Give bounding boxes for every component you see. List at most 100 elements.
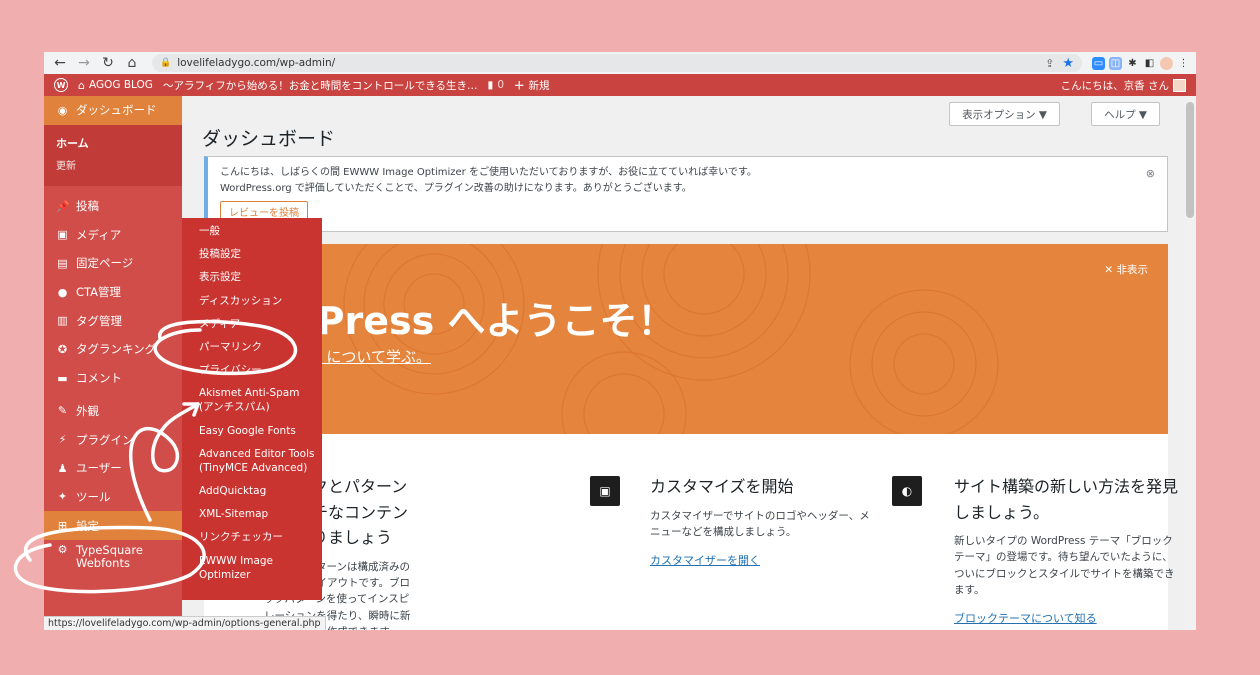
menu-label: 固定ページ: [76, 256, 134, 271]
menu-label: TypeSquare Webfonts: [76, 542, 143, 571]
flyout-link-checker[interactable]: リンクチェッカー: [199, 530, 322, 544]
forward-icon[interactable]: →: [74, 53, 94, 73]
tag-frame-icon: ▥: [57, 314, 68, 328]
pin-icon: 📌: [56, 199, 70, 213]
menu-tools[interactable]: ✦ ツール: [44, 483, 182, 512]
menu-label: 投稿: [76, 199, 99, 214]
notice-line-1: こんにちは、しばらくの間 EWWW Image Optimizer をご使用いた…: [220, 167, 757, 178]
flyout-media[interactable]: メディア: [199, 317, 322, 331]
bulb-icon: ●: [57, 285, 68, 299]
reload-icon[interactable]: ↻: [98, 53, 118, 73]
open-customizer-link[interactable]: カスタマイザーを開く: [650, 552, 870, 568]
menu-label: タグランキング: [76, 342, 157, 357]
layout-icon: ▣: [590, 476, 620, 506]
admin-sidebar: ◉ ダッシュボード ホーム 更新 📌 投稿 ▣ メディア ▤ 固定ページ ● CTA管理…: [44, 96, 182, 630]
plugin-notice: こんにちは、しばらくの間 EWWW Image Optimizer をご使用いた…: [204, 156, 1168, 232]
flyout-easy-google-fonts[interactable]: Easy Google Fonts: [199, 424, 322, 438]
menu-dots-icon[interactable]: ⋮: [1177, 57, 1190, 70]
plug-icon: ⚡: [58, 433, 67, 447]
menu-label: メディア: [76, 227, 122, 242]
flyout-reading[interactable]: 表示設定: [199, 270, 322, 284]
url-text: lovelifeladygo.com/wp-admin/: [177, 57, 336, 69]
scrollbar-thumb[interactable]: [1186, 102, 1194, 218]
submenu-updates[interactable]: 更新: [56, 155, 182, 176]
menu-label: ユーザー: [76, 461, 122, 476]
menu-dashboard[interactable]: ◉ ダッシュボード: [44, 96, 182, 125]
welcome-dismiss[interactable]: ✕ 非表示: [1104, 262, 1148, 277]
browser-toolbar: ← → ↻ ⌂ 🔒 lovelifeladygo.com/wp-admin/ ⇪…: [44, 52, 1196, 74]
flyout-advanced-editor[interactable]: Advanced Editor Tools (TinyMCE Advanced): [199, 447, 317, 475]
help-button[interactable]: ヘルプ ▼: [1091, 102, 1160, 126]
flyout-xml-sitemap[interactable]: XML-Sitemap: [199, 507, 322, 521]
menu-tag-ranking[interactable]: ✪ タグランキング: [44, 335, 182, 364]
menu-label: タグ管理: [76, 313, 122, 328]
welcome-columns: ブロックとパターンでリッチなコンテンツを作りましょう ブロックパターンは構成済み…: [204, 434, 1178, 630]
new-content-link[interactable]: 新規: [529, 78, 550, 93]
column-themes-body: 新しいタイプの WordPress テーマ「ブロックテーマ」の登場です。待ち望ん…: [954, 535, 1175, 596]
ribbon-icon: ✪: [57, 342, 68, 356]
menu-plugins[interactable]: ⚡ プラグイン: [44, 425, 182, 454]
flyout-discussion[interactable]: ディスカッション: [199, 294, 322, 308]
brush-icon: ✎: [57, 404, 68, 418]
flyout-writing[interactable]: 投稿設定: [199, 247, 322, 261]
greeting[interactable]: こんにちは、京香 さん: [1061, 78, 1169, 93]
dashboard-submenu: ホーム 更新: [44, 124, 182, 186]
sidepanel-icon[interactable]: ◧: [1143, 57, 1156, 70]
menu-label: プラグイン: [76, 432, 134, 447]
flyout-permalink[interactable]: パーマリンク: [199, 340, 322, 354]
menu-cta[interactable]: ● CTA管理: [44, 278, 182, 307]
user-avatar[interactable]: [1173, 78, 1186, 92]
comment-bubble-icon[interactable]: ▮: [488, 79, 494, 91]
menu-media[interactable]: ▣ メディア: [44, 220, 182, 249]
menu-label: 設定: [76, 518, 99, 533]
block-themes-link[interactable]: ブロックテーマについて知る: [954, 610, 1180, 626]
comments-count[interactable]: 0: [497, 79, 504, 91]
menu-users[interactable]: ♟ ユーザー: [44, 454, 182, 483]
submenu-home[interactable]: ホーム: [56, 131, 182, 155]
menu-appearance[interactable]: ✎ 外観: [44, 397, 182, 426]
address-bar[interactable]: 🔒 lovelifeladygo.com/wp-admin/ ⇪ ★: [152, 54, 1082, 72]
flyout-privacy[interactable]: プライバシー: [199, 363, 322, 377]
bookmark-star-icon[interactable]: ★: [1062, 56, 1074, 71]
menu-label: コメント: [76, 371, 122, 386]
site-home-icon[interactable]: ⌂: [78, 79, 85, 92]
menu-posts[interactable]: 📌 投稿: [44, 192, 182, 221]
share-icon[interactable]: ⇪: [1045, 57, 1054, 70]
new-plus-icon[interactable]: ＋: [514, 78, 525, 93]
media-icon: ▣: [57, 228, 68, 242]
menu-label: CTA管理: [76, 285, 122, 300]
gear-icon: ⚙: [57, 542, 68, 556]
site-name[interactable]: AGOG BLOG: [89, 79, 153, 91]
contrast-icon: ◐: [892, 476, 922, 506]
extension-zoom-icon[interactable]: ▭: [1092, 56, 1105, 70]
menu-pages[interactable]: ▤ 固定ページ: [44, 249, 182, 278]
extension-blue-icon[interactable]: ◫: [1109, 56, 1122, 70]
flyout-general[interactable]: 一般: [199, 224, 322, 238]
menu-label: ツール: [76, 489, 111, 504]
flyout-ewww[interactable]: EWWW Image Optimizer: [199, 554, 285, 582]
extensions-puzzle-icon[interactable]: ✱: [1126, 57, 1139, 70]
flyout-akismet[interactable]: Akismet Anti-Spam (アンチスパム): [199, 386, 311, 414]
status-bar: https://lovelifeladygo.com/wp-admin/opti…: [44, 616, 326, 630]
column-customize: カスタマイズを開始 カスタマイザーでサイトのロゴやヘッダー、メニューなどを構成し…: [650, 474, 870, 568]
dismiss-notice-icon[interactable]: ⊗: [1146, 167, 1155, 180]
screen-options-button[interactable]: 表示オプション ▼: [949, 102, 1060, 126]
home-icon[interactable]: ⌂: [122, 53, 142, 73]
menu-comments[interactable]: ▬ コメント: [44, 364, 182, 393]
column-block-themes: サイト構築の新しい方法を発見しましょう。 新しいタイプの WordPress テ…: [954, 474, 1180, 626]
wordpress-logo-icon[interactable]: W: [54, 78, 68, 92]
page-icon: ▤: [57, 256, 68, 270]
welcome-panel: WordPress へようこそ！ バージョン 6.1.1 について学ぶ。 ✕ 非…: [204, 244, 1168, 434]
menu-settings[interactable]: ⊞ 設定: [44, 511, 182, 540]
comment-icon: ▬: [57, 371, 68, 385]
profile-avatar[interactable]: [1160, 56, 1173, 70]
dashboard-gauge-icon: ◉: [57, 103, 68, 117]
back-icon[interactable]: ←: [50, 53, 70, 73]
column-customize-heading: カスタマイズを開始: [650, 477, 794, 496]
menu-typesquare[interactable]: ⚙ TypeSquare Webfonts: [44, 540, 182, 570]
site-tagline[interactable]: 〜アラフィフから始める！お金と時間をコントロールできる生き…: [163, 78, 478, 93]
notice-line-2: WordPress.org で評価していただくことで、プラグイン改善の助けになり…: [220, 183, 692, 194]
page-scrollbar[interactable]: [1184, 96, 1196, 630]
menu-tags[interactable]: ▥ タグ管理: [44, 306, 182, 335]
flyout-addquicktag[interactable]: AddQuicktag: [199, 484, 322, 498]
